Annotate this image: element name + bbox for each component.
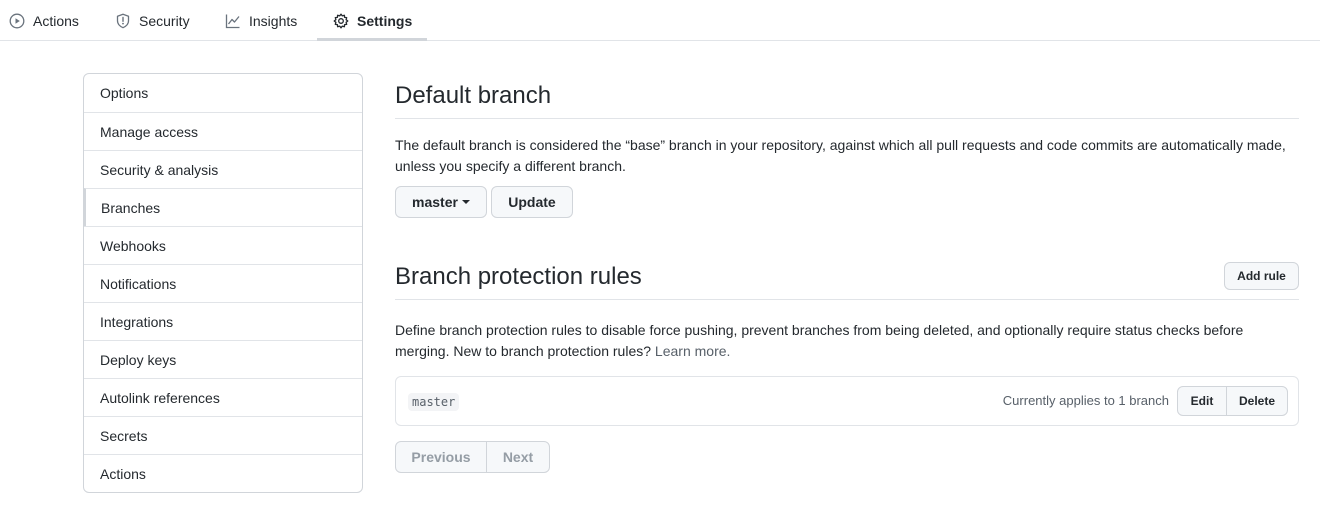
add-rule-button[interactable]: Add rule [1224,262,1299,290]
branch-protection-description-text: Define branch protection rules to disabl… [395,322,1244,359]
branches-settings-main: Default branch The default branch is con… [395,73,1299,473]
sidebar-item-branches[interactable]: Branches [84,188,362,226]
learn-more-link[interactable]: Learn more. [655,343,730,359]
default-branch-controls: master Update [395,186,573,218]
graph-icon [225,13,241,29]
sidebar-item-label: Webhooks [100,237,166,254]
tab-actions-label: Actions [33,12,79,29]
tab-security[interactable]: Security [115,0,190,41]
default-branch-description: The default branch is considered the “ba… [395,137,1286,174]
sidebar-item-security-analysis[interactable]: Security & analysis [84,150,362,188]
rule-applies-text: Currently applies to 1 branch [1002,393,1169,408]
rule-branch-pattern: master [408,393,460,411]
tab-security-label: Security [139,12,190,29]
sidebar-item-actions[interactable]: Actions [84,454,362,492]
sidebar-item-label: Integrations [100,313,174,330]
chevron-down-icon [461,200,470,204]
branch-select-button[interactable]: master [395,186,487,218]
previous-page-button[interactable]: Previous [396,442,486,472]
gear-icon [333,13,349,29]
repo-tab-bar: Actions Security Insights Settings [0,0,1320,41]
delete-rule-button[interactable]: Delete [1226,387,1287,415]
tab-actions[interactable]: Actions [9,0,79,41]
sidebar-item-notifications[interactable]: Notifications [84,264,362,302]
sidebar-item-label: Security & analysis [100,161,219,178]
edit-rule-button[interactable]: Edit [1178,387,1226,415]
play-circle-icon [9,13,25,29]
tab-insights-label: Insights [249,12,298,29]
sidebar-item-manage-access[interactable]: Manage access [84,112,362,150]
sidebar-item-integrations[interactable]: Integrations [84,302,362,340]
branch-protection-description: Define branch protection rules to disabl… [395,320,1299,362]
protection-rule-row: master Currently applies to 1 branch Edi… [395,376,1299,426]
default-branch-title: Default branch [395,81,552,109]
sidebar-item-deploy-keys[interactable]: Deploy keys [84,340,362,378]
next-page-button[interactable]: Next [486,442,549,472]
branch-select-label: master [412,194,458,210]
default-branch-header: Default branch [395,73,1299,119]
tab-insights[interactable]: Insights [225,0,297,41]
sidebar-item-label: Autolink references [100,389,220,406]
tab-settings-label: Settings [357,12,413,29]
sidebar-item-options[interactable]: Options [84,74,362,112]
sidebar-item-label: Manage access [100,123,199,140]
selected-tab-indicator [317,38,427,41]
branch-protection-header: Branch protection rules Add rule [395,254,1299,300]
sidebar-item-label: Options [100,85,149,101]
sidebar-item-secrets[interactable]: Secrets [84,416,362,454]
sidebar-item-label: Secrets [100,427,148,444]
pagination: Previous Next [395,441,550,473]
sidebar-item-webhooks[interactable]: Webhooks [84,226,362,264]
sidebar-item-label: Actions [100,465,146,482]
sidebar-item-label: Deploy keys [100,351,177,368]
sidebar-item-autolink-references[interactable]: Autolink references [84,378,362,416]
shield-icon [115,13,131,29]
update-button[interactable]: Update [491,186,573,218]
branch-protection-title: Branch protection rules [395,262,642,290]
sidebar-item-label: Notifications [100,275,177,292]
sidebar-item-label: Branches [101,199,161,216]
settings-sidebar: Options Manage access Security & analysi… [83,73,363,493]
rule-actions: Edit Delete [1177,386,1288,416]
tab-settings[interactable]: Settings [333,0,412,41]
